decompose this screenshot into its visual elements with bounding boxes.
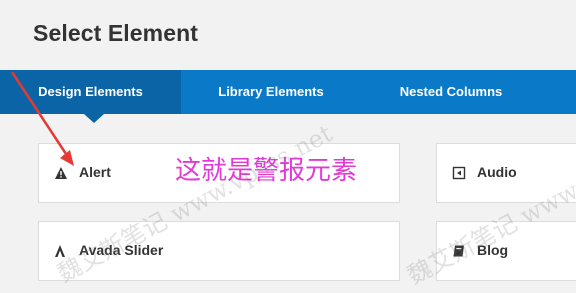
element-label: Avada Slider	[79, 242, 164, 258]
dialog-title: Select Element	[33, 20, 199, 46]
tab-nested-columns[interactable]: Nested Columns	[361, 70, 541, 114]
element-label: Blog	[477, 242, 509, 258]
element-card-audio[interactable]: Audio	[436, 143, 576, 203]
element-card-blog[interactable]: Blog	[436, 221, 576, 281]
avada-icon	[55, 245, 65, 257]
book-icon	[453, 245, 464, 257]
element-card-avada-slider[interactable]: Avada Slider	[38, 221, 400, 281]
annotation-arrow	[10, 71, 74, 166]
audio-icon	[452, 166, 466, 180]
element-label: Audio	[477, 164, 517, 180]
tab-library-elements[interactable]: Library Elements	[181, 70, 361, 114]
annotation-text: 这就是警报元素	[175, 156, 358, 186]
